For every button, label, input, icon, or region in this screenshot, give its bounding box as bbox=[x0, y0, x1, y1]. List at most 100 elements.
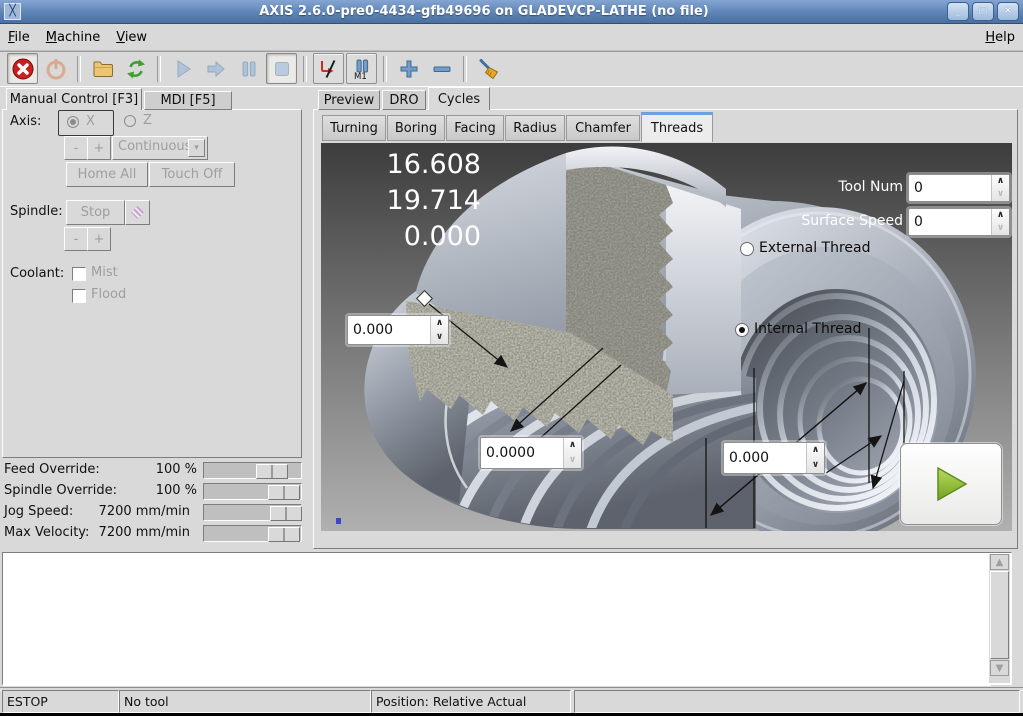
tab-mdi-label: MDI [F5] bbox=[160, 93, 216, 108]
menu-file[interactable]: File bbox=[0, 27, 38, 48]
canvas-spinbox-length[interactable]: ∧∨ bbox=[723, 442, 825, 474]
spin-up-button[interactable]: ∧ bbox=[431, 316, 448, 330]
jog-minus-button[interactable]: - bbox=[64, 136, 88, 160]
spindle-stop-button[interactable]: Stop bbox=[66, 200, 125, 225]
scrollbar-thumb[interactable] bbox=[990, 571, 1009, 659]
tool-num-input[interactable] bbox=[909, 175, 991, 201]
tab-mdi[interactable]: MDI [F5] bbox=[144, 91, 232, 110]
spin-down-button[interactable]: ∨ bbox=[992, 222, 1009, 235]
minimize-button[interactable]: _ bbox=[947, 2, 969, 21]
reload-button[interactable] bbox=[120, 53, 151, 84]
jog-speed-slider[interactable] bbox=[203, 504, 302, 521]
zoom-out-button[interactable] bbox=[426, 53, 457, 84]
tab-turning[interactable]: Turning bbox=[322, 115, 386, 141]
spin-down-button[interactable]: ∨ bbox=[807, 458, 824, 473]
dro-line-3: 0.000 bbox=[403, 221, 481, 252]
tab-boring[interactable]: Boring bbox=[387, 115, 445, 141]
estop-button[interactable] bbox=[7, 53, 38, 84]
radio-dot bbox=[70, 119, 76, 125]
tab-radius[interactable]: Radius bbox=[505, 115, 565, 141]
axis-x-radio[interactable]: X bbox=[58, 110, 114, 136]
block-delete-button[interactable] bbox=[313, 53, 344, 84]
reload-icon bbox=[126, 59, 145, 78]
close-button[interactable]: × bbox=[997, 2, 1019, 21]
axis-z-radio[interactable]: Z bbox=[120, 110, 160, 134]
surface-speed-input[interactable] bbox=[909, 209, 991, 235]
feed-override-slider[interactable] bbox=[203, 462, 302, 479]
canvas-spinbox-pitch-input[interactable] bbox=[481, 438, 563, 468]
spin-up-button[interactable]: ∧ bbox=[564, 438, 581, 453]
tool-num-label: Tool Num bbox=[838, 179, 903, 195]
slider-handle[interactable] bbox=[256, 464, 288, 479]
coolant-flood-checkbox[interactable]: Flood bbox=[72, 286, 192, 304]
menu-machine[interactable]: Machine bbox=[38, 27, 108, 48]
stop-button[interactable] bbox=[266, 53, 297, 84]
spindle-minus-button[interactable]: - bbox=[64, 227, 88, 251]
canvas-spinbox-left[interactable]: ∧∨ bbox=[347, 315, 449, 345]
title-bar[interactable]: ╳ AXIS 2.6.0-pre0-4434-gfb49696 on GLADE… bbox=[0, 0, 1023, 24]
tab-preview-label: Preview bbox=[323, 92, 375, 108]
tool-num-spinbox[interactable]: ∧∨ bbox=[908, 174, 1010, 202]
feed-override-value: 100 % bbox=[155, 462, 197, 477]
message-textarea[interactable] bbox=[3, 553, 991, 686]
menu-view[interactable]: View bbox=[108, 27, 155, 48]
spin-down-button[interactable]: ∨ bbox=[564, 453, 581, 468]
tab-cycles[interactable]: Cycles bbox=[428, 87, 490, 110]
tab-chamfer[interactable]: Chamfer bbox=[566, 115, 640, 141]
message-scrollbar[interactable]: ▲ ▼ bbox=[989, 554, 1010, 683]
spindle-plus-button[interactable]: + bbox=[87, 227, 111, 251]
spindle-brush-button[interactable] bbox=[125, 200, 150, 225]
slider-handle[interactable] bbox=[270, 506, 302, 521]
tab-manual-control[interactable]: Manual Control [F3] bbox=[6, 88, 142, 110]
touch-off-button[interactable]: Touch Off bbox=[149, 162, 235, 187]
spindle-override-slider[interactable] bbox=[203, 483, 302, 500]
coolant-mist-checkbox[interactable]: Mist bbox=[72, 264, 192, 282]
estop-icon bbox=[12, 58, 33, 79]
spin-up-button[interactable]: ∧ bbox=[992, 175, 1009, 188]
tab-facing[interactable]: Facing bbox=[446, 115, 504, 141]
home-all-button[interactable]: Home All bbox=[66, 162, 148, 187]
canvas-spinbox-left-input[interactable] bbox=[348, 316, 430, 344]
coolant-mist-label: Mist bbox=[91, 265, 118, 280]
run-cycle-button[interactable] bbox=[900, 443, 1002, 525]
tab-dro[interactable]: DRO bbox=[382, 90, 426, 110]
canvas-spinbox-pitch[interactable]: ∧∨ bbox=[480, 437, 582, 469]
axis-x-label: X bbox=[86, 114, 95, 129]
jog-increment-select[interactable]: Continuous ▾ bbox=[112, 136, 208, 160]
optional-pause-button[interactable]: M1 bbox=[346, 53, 377, 84]
stop-icon bbox=[274, 61, 289, 76]
toolbar-separator bbox=[77, 55, 81, 82]
checkbox-box bbox=[72, 289, 86, 303]
spin-up-button[interactable]: ∧ bbox=[992, 209, 1009, 222]
clear-plot-button[interactable] bbox=[473, 53, 504, 84]
zoom-in-button[interactable] bbox=[393, 53, 424, 84]
slider-handle[interactable] bbox=[268, 485, 300, 500]
scroll-up-icon[interactable]: ▲ bbox=[990, 554, 1009, 570]
power-button[interactable] bbox=[40, 53, 71, 84]
play-icon bbox=[937, 466, 968, 502]
toolbar-separator bbox=[157, 55, 161, 82]
tab-threads[interactable]: Threads bbox=[641, 112, 713, 142]
max-velocity-slider[interactable] bbox=[203, 525, 302, 542]
menu-help[interactable]: Help bbox=[977, 27, 1023, 48]
surface-speed-spinbox[interactable]: ∧∨ bbox=[908, 208, 1010, 236]
tab-preview[interactable]: Preview bbox=[318, 90, 380, 110]
radio-dot bbox=[739, 327, 745, 333]
canvas-spinbox-length-input[interactable] bbox=[724, 443, 806, 473]
open-button[interactable] bbox=[87, 53, 118, 84]
step-button[interactable] bbox=[200, 53, 231, 84]
menu-bar: File Machine View Help bbox=[0, 24, 1023, 51]
internal-thread-radio[interactable] bbox=[735, 323, 749, 337]
scroll-down-icon[interactable]: ▼ bbox=[990, 660, 1009, 676]
jog-plus-button[interactable]: + bbox=[87, 136, 111, 160]
run-button[interactable] bbox=[167, 53, 198, 84]
maximize-button[interactable]: □ bbox=[972, 2, 994, 21]
external-thread-radio[interactable] bbox=[740, 242, 754, 256]
spin-down-button[interactable]: ∨ bbox=[431, 330, 448, 344]
pause-button[interactable] bbox=[233, 53, 264, 84]
spin-down-button[interactable]: ∨ bbox=[992, 188, 1009, 201]
slider-handle[interactable] bbox=[268, 527, 300, 542]
zoom-out-icon bbox=[433, 66, 450, 72]
spin-up-button[interactable]: ∧ bbox=[807, 443, 824, 458]
coolant-label: Coolant: bbox=[10, 266, 65, 281]
